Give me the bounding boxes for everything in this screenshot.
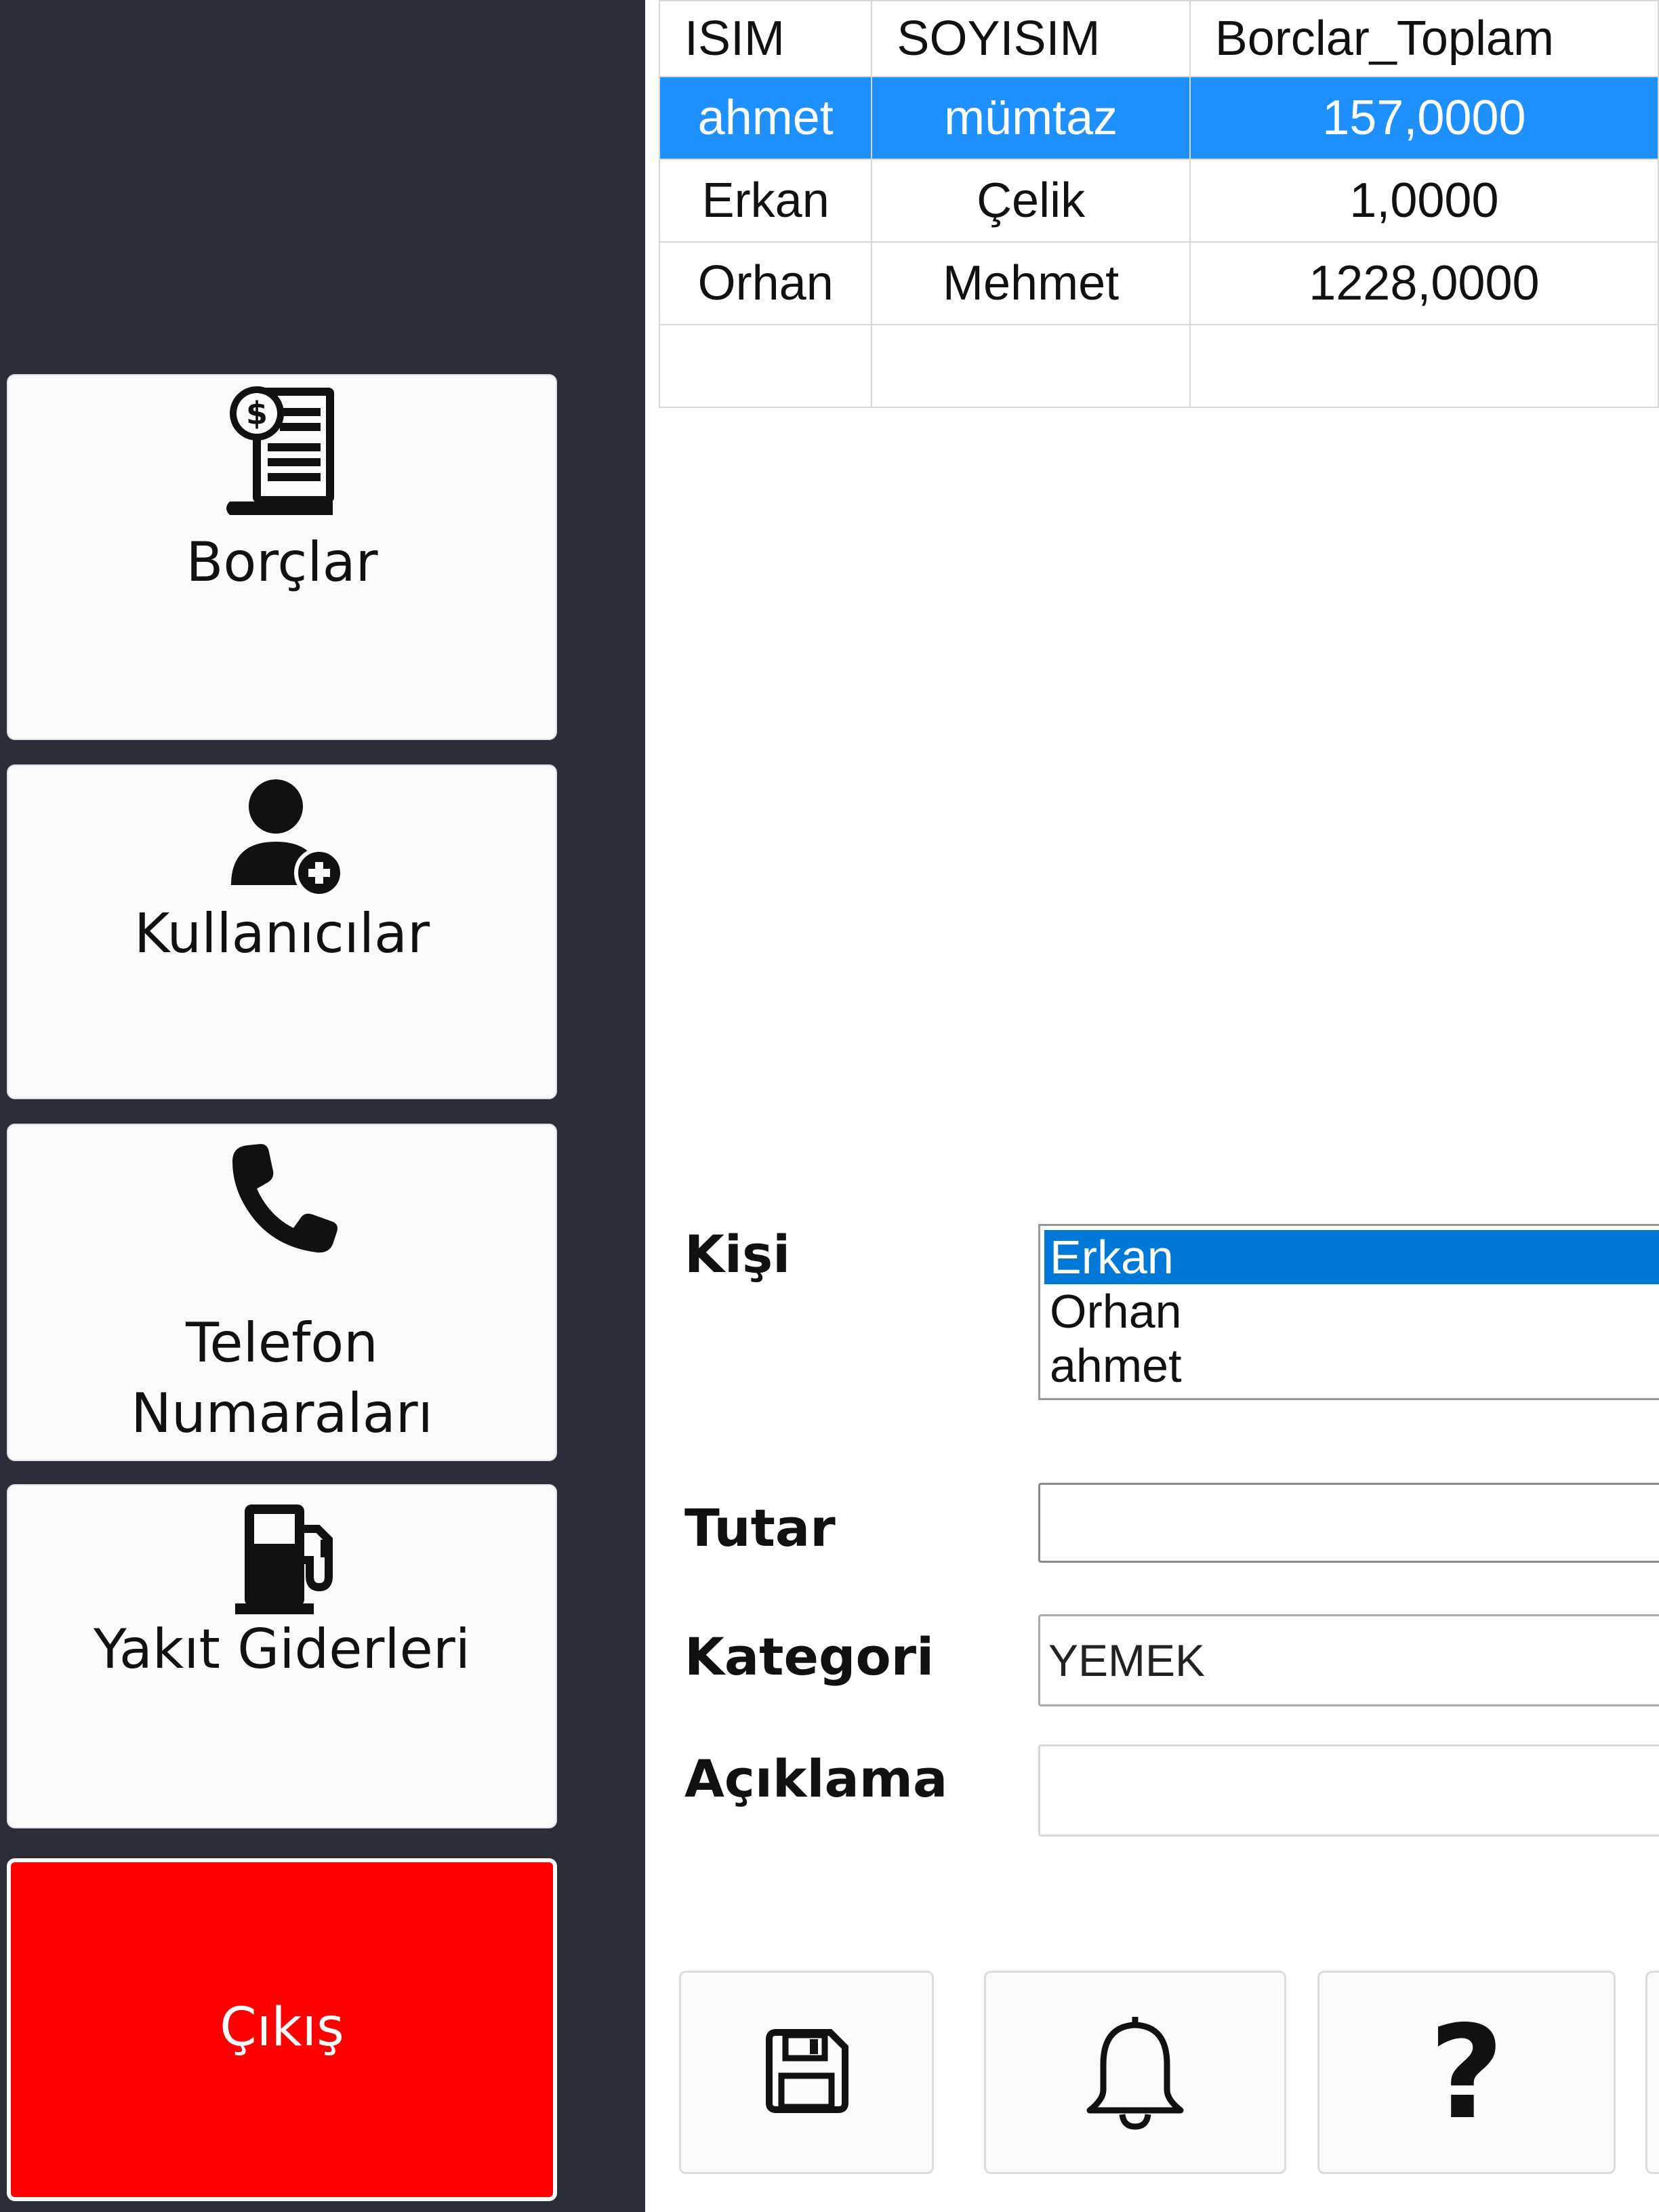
cell-borclar-toplam[interactable]: 157,0000 xyxy=(1189,76,1659,160)
tutar-input[interactable] xyxy=(1038,1483,1659,1563)
save-button[interactable] xyxy=(679,1971,934,2174)
debts-table: ISIM SOYISIM Borclar_Toplam ahmet mümtaz… xyxy=(658,0,1659,408)
kisi-label: Kişi xyxy=(684,1224,791,1284)
column-header-isim[interactable]: ISIM xyxy=(658,0,873,77)
table-new-row[interactable] xyxy=(658,324,1659,408)
sidebar-item-kullanicilar[interactable]: Kullanıcılar xyxy=(7,764,557,1099)
table-row[interactable]: Orhan Mehmet 1228,0000 xyxy=(658,241,1659,325)
sidebar: $ Borçlar Kullanıcılar Telefon Numaralar… xyxy=(0,0,645,2212)
cell-soyisim[interactable]: mümtaz xyxy=(871,76,1191,160)
sidebar-item-label: Kullanıcılar xyxy=(134,902,430,965)
cell-empty[interactable] xyxy=(871,324,1191,408)
table-row[interactable]: ahmet mümtaz 157,0000 xyxy=(658,76,1659,160)
cell-borclar-toplam[interactable]: 1228,0000 xyxy=(1189,241,1659,325)
cell-soyisim[interactable]: Çelik xyxy=(871,159,1191,243)
cell-isim[interactable]: Erkan xyxy=(658,159,873,243)
column-header-soyisim[interactable]: SOYISIM xyxy=(871,0,1191,77)
sidebar-item-label: Telefon Numaraları xyxy=(131,1311,433,1445)
exit-button-label: Çıkış xyxy=(220,1997,344,2058)
kisi-option[interactable]: ahmet xyxy=(1040,1338,1659,1393)
svg-text:$: $ xyxy=(246,395,268,432)
toolbar-button-partial[interactable] xyxy=(1645,1971,1659,2174)
question-icon: ? xyxy=(1429,1997,1504,2148)
table-row[interactable]: Erkan Çelik 1,0000 xyxy=(658,159,1659,243)
column-header-borclar-toplam[interactable]: Borclar_Toplam xyxy=(1189,0,1659,77)
sidebar-item-yakit[interactable]: Yakıt Giderleri xyxy=(7,1484,557,1828)
sidebar-item-label: Yakıt Giderleri xyxy=(94,1618,470,1681)
sidebar-item-telefon[interactable]: Telefon Numaraları xyxy=(7,1124,557,1461)
save-icon xyxy=(762,2027,851,2118)
sidebar-item-borclar[interactable]: $ Borçlar xyxy=(7,374,557,740)
notification-button[interactable] xyxy=(984,1971,1286,2174)
table-header-row: ISIM SOYISIM Borclar_Toplam xyxy=(658,0,1659,77)
cell-isim[interactable]: Orhan xyxy=(658,241,873,325)
kisi-option[interactable]: Erkan xyxy=(1044,1230,1659,1284)
bell-icon xyxy=(1078,2010,1193,2135)
sidebar-item-label: Borçlar xyxy=(186,531,378,594)
phone-icon xyxy=(8,1141,556,1256)
tutar-label: Tutar xyxy=(684,1498,836,1558)
aciklama-label: Açıklama xyxy=(684,1748,948,1809)
exit-button[interactable]: Çıkış xyxy=(7,1858,557,2201)
cell-soyisim[interactable]: Mehmet xyxy=(871,241,1191,325)
kategori-label: Kategori xyxy=(684,1626,935,1687)
kisi-option[interactable]: Orhan xyxy=(1040,1284,1659,1338)
help-button[interactable]: ? xyxy=(1317,1971,1616,2174)
fuel-pump-icon xyxy=(8,1502,556,1617)
kategori-field[interactable] xyxy=(1038,1614,1659,1706)
kisi-listbox[interactable]: Erkan Orhan ahmet xyxy=(1038,1224,1659,1400)
debt-invoice-icon: $ xyxy=(8,381,556,523)
cell-empty[interactable] xyxy=(1189,324,1659,408)
add-user-icon xyxy=(8,777,556,899)
cell-isim[interactable]: ahmet xyxy=(658,76,873,160)
aciklama-input[interactable] xyxy=(1038,1744,1659,1837)
cell-borclar-toplam[interactable]: 1,0000 xyxy=(1189,159,1659,243)
cell-empty[interactable] xyxy=(658,324,873,408)
